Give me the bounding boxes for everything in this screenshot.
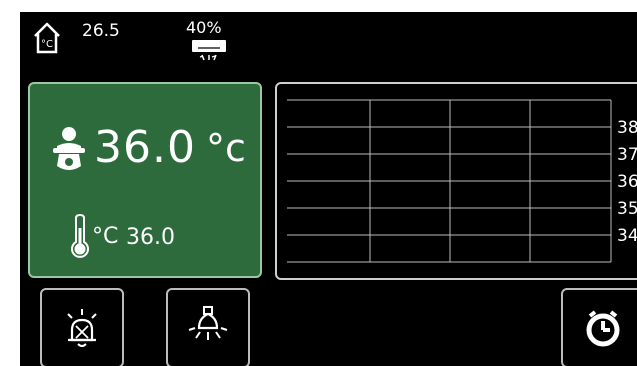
- ac-level-value: 40%: [186, 18, 222, 37]
- probe-temperature-value: 36.0: [126, 225, 175, 250]
- baby-icon: [51, 126, 87, 174]
- y-tick-label: 34: [617, 226, 637, 246]
- baby-temperature-panel[interactable]: 36.0 °c °C 36.0: [28, 82, 262, 278]
- y-tick-label: 36: [617, 172, 637, 192]
- y-tick-label: 37: [617, 145, 637, 165]
- y-axis-ticks: 38 37 36 35 34: [617, 118, 637, 246]
- incubator-screen: °C 26.5 40% 36.0 °c °C 36.0 38 37 36 35 …: [20, 12, 637, 366]
- temperature-trend-chart: 38 37 36 35 34: [287, 99, 637, 263]
- room-temperature-value: 26.5: [82, 21, 120, 41]
- chart-grid: [287, 99, 612, 263]
- alarm-bell-icon: [67, 309, 97, 347]
- svg-text:°C: °C: [41, 39, 53, 50]
- light-bulb-icon: [188, 306, 228, 340]
- alarm-button[interactable]: [40, 288, 124, 366]
- baby-temperature-value: 36.0: [94, 122, 196, 173]
- light-button[interactable]: [166, 288, 250, 366]
- air-conditioner-icon: [190, 38, 230, 64]
- timer-button[interactable]: [561, 288, 637, 366]
- baby-temperature-unit: °c: [206, 126, 246, 170]
- temperature-trend-panel: 38 37 36 35 34: [275, 82, 637, 280]
- probe-temperature-unit: °C: [92, 224, 119, 249]
- y-tick-label: 38: [617, 118, 637, 138]
- y-tick-label: 35: [617, 199, 637, 219]
- house-thermometer-icon: °C: [32, 21, 62, 55]
- thermometer-icon: [67, 213, 93, 260]
- timer-icon: [586, 310, 620, 347]
